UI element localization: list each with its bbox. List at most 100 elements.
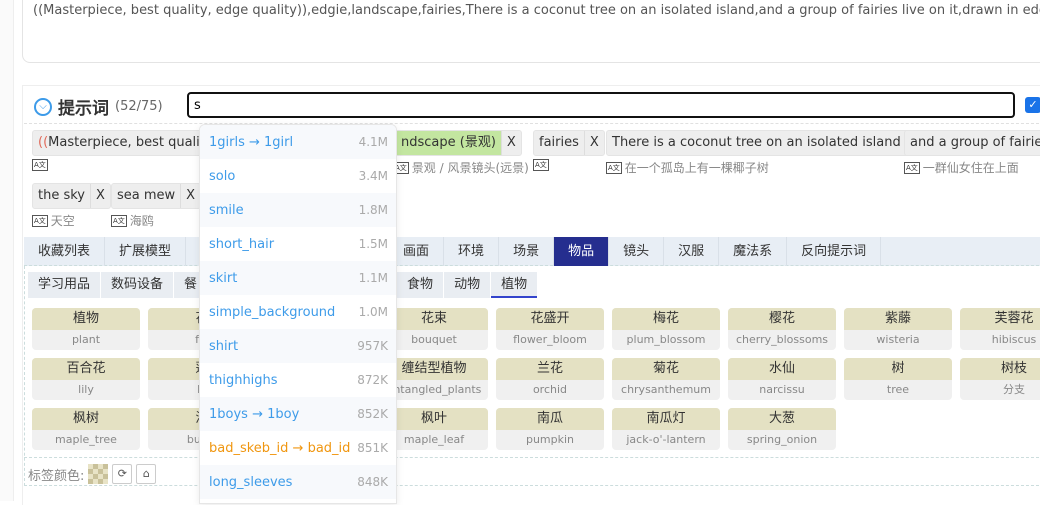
tag-label: the sky bbox=[38, 188, 85, 203]
translate-icon[interactable]: A文 bbox=[32, 159, 48, 171]
suggestion-item[interactable]: long_sleeves 848K bbox=[200, 465, 396, 499]
translate-icon[interactable]: A文 bbox=[606, 161, 622, 174]
clear-icon[interactable]: ⌂ bbox=[136, 464, 157, 484]
suggestion-item[interactable]: short_hair 1.5M bbox=[200, 227, 396, 261]
left-panel-edge bbox=[0, 0, 14, 501]
tag-card[interactable]: 百合花 lily bbox=[32, 358, 140, 400]
tag-label: fairies bbox=[539, 135, 579, 150]
tag-card[interactable]: 紫藤 wisteria bbox=[844, 308, 952, 350]
subtab-0[interactable]: 学习用品 bbox=[28, 272, 101, 298]
tag-translation: A文 海鸥 bbox=[111, 212, 154, 229]
tag-card[interactable]: 花盛开 flower_bloom bbox=[496, 308, 604, 350]
translate-icon[interactable]: A文 bbox=[111, 214, 127, 227]
subtab-1[interactable]: 数码设备 bbox=[101, 272, 174, 298]
tag-card[interactable]: 樱花 cherry_blossoms bbox=[728, 308, 836, 350]
prompt-tag-chip[interactable]: the sky X bbox=[32, 183, 111, 209]
remove-tag-button[interactable]: X bbox=[500, 131, 521, 155]
tag-card[interactable]: 植物 plant bbox=[32, 308, 140, 350]
subtab-5[interactable]: 植物 bbox=[491, 272, 538, 298]
tag-card[interactable]: 兰花 orchid bbox=[496, 358, 604, 400]
tag-card-english: spring_onion bbox=[746, 433, 818, 446]
tag-card[interactable]: 水仙 narcissu bbox=[728, 358, 836, 400]
tab-8[interactable]: 魔法系 bbox=[719, 237, 788, 266]
tag-card-chinese: 南瓜灯 bbox=[612, 408, 720, 430]
autocomplete-dropdown: 1girls → 1girl 4.1M solo 3.4M smile 1.8M short… bbox=[199, 124, 397, 504]
suggestion-item[interactable]: simple_background 1.0M bbox=[200, 295, 396, 329]
tag-text: the sky bbox=[33, 184, 90, 208]
tab-5[interactable]: 物品 bbox=[554, 237, 610, 266]
remove-tag-button[interactable]: X bbox=[583, 131, 604, 155]
prompt-tag-chip[interactable]: fairies X bbox=[533, 130, 605, 156]
tag-card[interactable]: 树枝 分支 bbox=[960, 358, 1040, 400]
suggestion-count: 1.0M bbox=[358, 305, 388, 319]
subtab-3[interactable]: 食物 bbox=[397, 272, 444, 298]
suggestion-count: 848K bbox=[357, 475, 388, 489]
tag-card-english: hibiscus bbox=[991, 333, 1037, 346]
prompt-tag-chip[interactable]: and a group of fairies lX bbox=[904, 130, 1040, 156]
translate-icon[interactable]: A文 bbox=[533, 159, 549, 171]
prompt-tag-chip[interactable]: There is a coconut tree on an isolated i… bbox=[606, 130, 927, 156]
tag-search-input[interactable] bbox=[187, 92, 1015, 118]
tag-card[interactable]: 南瓜 pumpkin bbox=[496, 408, 604, 450]
suggestion-item[interactable]: solo 3.4M bbox=[200, 159, 396, 193]
remove-tag-button[interactable]: X bbox=[90, 184, 110, 208]
suggestion-count: 1.8M bbox=[358, 203, 388, 217]
tab-9[interactable]: 反向提示词 bbox=[787, 237, 882, 266]
tag-card-chinese: 樱花 bbox=[728, 308, 836, 330]
tag-card-english: tree bbox=[886, 383, 910, 396]
suggestion-item[interactable]: 1boys → 1boy 852K bbox=[200, 397, 396, 431]
tag-translation: A文 在一个孤岛上有一棵椰子树 bbox=[606, 159, 769, 176]
tag-card-english: chrysanthemum bbox=[621, 383, 711, 396]
tag-card[interactable]: 树 tree bbox=[844, 358, 952, 400]
translate-icon[interactable]: A文 bbox=[32, 214, 48, 227]
token-count: (52/75) bbox=[115, 99, 163, 114]
tag-card-chinese: 枫树 bbox=[32, 408, 140, 430]
tab-3[interactable]: 环境 bbox=[444, 237, 500, 266]
tag-card[interactable]: 大葱 spring_onion bbox=[728, 408, 836, 450]
tag-text: and a group of fairies l bbox=[905, 131, 1040, 155]
translation-text: 天空 bbox=[50, 214, 75, 228]
subtab-4[interactable]: 动物 bbox=[444, 272, 491, 298]
prompt-tag-chip[interactable]: ndscape (景观) X bbox=[395, 130, 522, 156]
tab-1[interactable]: 扩展模型 bbox=[105, 237, 187, 266]
suggestion-item[interactable]: thighhighs 872K bbox=[200, 363, 396, 397]
option-checkbox[interactable]: ✓ bbox=[1025, 97, 1040, 113]
prompt-tag-chip[interactable]: sea mew X bbox=[111, 183, 202, 209]
suggestion-item[interactable]: 1girls → 1girl 4.1M bbox=[200, 125, 396, 159]
suggestion-text: shirt bbox=[209, 338, 239, 354]
tab-2[interactable]: 画面 bbox=[389, 237, 445, 266]
remove-tag-button[interactable]: X bbox=[180, 184, 200, 208]
tab-7[interactable]: 汉服 bbox=[664, 237, 720, 266]
tag-card[interactable]: 枫树 maple_tree bbox=[32, 408, 140, 450]
tag-text: ((Masterpiece, best quality, bbox=[33, 131, 222, 155]
tab-4[interactable]: 场景 bbox=[499, 237, 555, 266]
tag-card-chinese: 紫藤 bbox=[844, 308, 952, 330]
tag-card[interactable]: 芙蓉花 hibiscus bbox=[960, 308, 1040, 350]
suggestion-item[interactable]: bad_skeb_id → bad_id 851K bbox=[200, 431, 396, 465]
tab-6[interactable]: 镜头 bbox=[609, 237, 665, 266]
suggestion-text: simple_background bbox=[209, 304, 336, 320]
suggestion-item[interactable]: smile 1.8M bbox=[200, 193, 396, 227]
tag-card[interactable]: 南瓜灯 jack-o'-lantern bbox=[612, 408, 720, 450]
tab-0[interactable]: 收藏列表 bbox=[24, 237, 106, 266]
tag-label: Masterpiece, best quality, bbox=[48, 135, 217, 150]
tag-card-english: cherry_blossoms bbox=[735, 333, 829, 346]
divider bbox=[24, 123, 1040, 124]
tag-text: There is a coconut tree on an isolated i… bbox=[607, 131, 906, 155]
tag-card-english: lily bbox=[78, 383, 94, 396]
prompt-textarea[interactable]: ((Masterpiece, best quality, edge qualit… bbox=[22, 0, 1040, 63]
suggestion-item[interactable]: skirt 1.1M bbox=[200, 261, 396, 295]
translate-icon[interactable]: A文 bbox=[904, 161, 920, 174]
tag-card-chinese: 梅花 bbox=[612, 308, 720, 330]
reset-icon[interactable]: ⟳ bbox=[112, 464, 133, 484]
tag-card-chinese: 植物 bbox=[32, 308, 140, 330]
tag-card[interactable]: 梅花 plum_blossom bbox=[612, 308, 720, 350]
suggestion-count: 957K bbox=[357, 339, 388, 353]
tag-card[interactable]: 菊花 chrysanthemum bbox=[612, 358, 720, 400]
tag-label: There is a coconut tree on an isolated i… bbox=[612, 135, 901, 150]
collapse-chevron-icon[interactable]: ⌵ bbox=[34, 97, 52, 116]
suggestion-item[interactable]: shirt 957K bbox=[200, 329, 396, 363]
suggestion-count: 851K bbox=[357, 441, 388, 455]
tag-card-english: plant bbox=[71, 333, 101, 346]
color-swatch[interactable] bbox=[88, 464, 109, 484]
